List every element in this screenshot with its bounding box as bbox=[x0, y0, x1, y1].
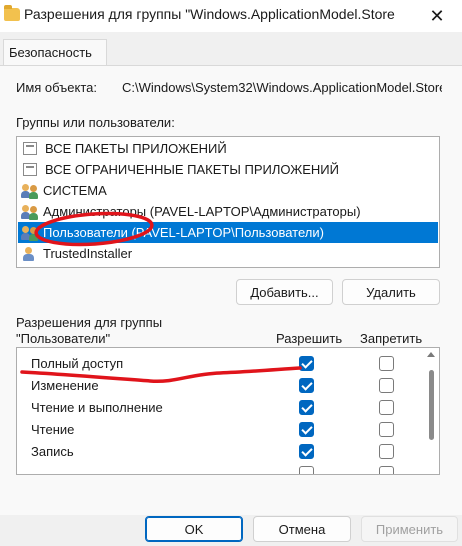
groups-label: Группы или пользователи: bbox=[16, 115, 175, 130]
package-icon bbox=[23, 142, 37, 155]
folder-icon bbox=[4, 5, 20, 21]
ok-button[interactable]: OK bbox=[145, 516, 243, 542]
package-icon bbox=[23, 163, 37, 176]
permissions-list: Полный доступ Изменение Чтение и выполне… bbox=[16, 347, 440, 475]
permissions-label-line1: Разрешения для группы bbox=[16, 315, 163, 330]
list-item-administrators[interactable]: Администраторы (PAVEL-LAPTOP\Администрат… bbox=[18, 201, 438, 222]
permissions-scrollbar[interactable] bbox=[424, 348, 439, 474]
deny-column-header: Запретить bbox=[360, 331, 423, 346]
remove-button[interactable]: Удалить bbox=[342, 279, 440, 305]
title-bar: Разрешения для группы "Windows.Applicati… bbox=[0, 0, 462, 32]
add-button[interactable]: Добавить... bbox=[236, 279, 333, 305]
permission-row-write: Запись bbox=[17, 441, 423, 463]
allow-checkbox[interactable] bbox=[299, 400, 314, 415]
allow-checkbox[interactable] bbox=[299, 422, 314, 437]
close-button[interactable]: ✕ bbox=[412, 0, 462, 32]
list-item-system[interactable]: СИСТЕМА bbox=[18, 180, 438, 201]
permission-row-partial bbox=[17, 463, 423, 474]
deny-checkbox[interactable] bbox=[379, 378, 394, 393]
list-item-label: TrustedInstaller bbox=[43, 246, 133, 261]
permission-row-read-execute: Чтение и выполнение bbox=[17, 397, 423, 419]
list-item-trustedinstaller[interactable]: TrustedInstaller bbox=[18, 243, 438, 264]
permission-label: Чтение и выполнение bbox=[31, 400, 163, 415]
users-icon bbox=[21, 225, 39, 241]
list-item-users[interactable]: Пользователи (PAVEL-LAPTOP\Пользователи) bbox=[18, 222, 438, 243]
window-title: Разрешения для группы "Windows.Applicati… bbox=[24, 6, 395, 22]
list-item-label: СИСТЕМА bbox=[43, 183, 107, 198]
allow-checkbox[interactable] bbox=[299, 444, 314, 459]
allow-checkbox[interactable] bbox=[299, 378, 314, 393]
permission-label: Изменение bbox=[31, 378, 99, 393]
deny-checkbox[interactable] bbox=[379, 422, 394, 437]
allow-checkbox[interactable] bbox=[299, 466, 314, 474]
list-item-label: Администраторы (PAVEL-LAPTOP\Администрат… bbox=[43, 204, 361, 219]
allow-column-header: Разрешить bbox=[276, 331, 343, 346]
allow-checkbox[interactable] bbox=[299, 356, 314, 371]
permission-row-full-control: Полный доступ bbox=[17, 353, 423, 375]
deny-checkbox[interactable] bbox=[379, 444, 394, 459]
permission-row-modify: Изменение bbox=[17, 375, 423, 397]
user-icon bbox=[21, 246, 39, 262]
permission-label: Запись bbox=[31, 444, 74, 459]
scrollbar-thumb[interactable] bbox=[429, 370, 434, 440]
tab-strip: Безопасность bbox=[0, 32, 462, 67]
deny-checkbox[interactable] bbox=[379, 400, 394, 415]
permission-row-read: Чтение bbox=[17, 419, 423, 441]
list-item-all-packages[interactable]: ВСЕ ПАКЕТЫ ПРИЛОЖЕНИЙ bbox=[18, 138, 438, 159]
list-item-all-restricted-packages[interactable]: ВСЕ ОГРАНИЧЕННЫЕ ПАКЕТЫ ПРИЛОЖЕНИЙ bbox=[18, 159, 438, 180]
list-item-label: ВСЕ ОГРАНИЧЕННЫЕ ПАКЕТЫ ПРИЛОЖЕНИЙ bbox=[45, 162, 339, 177]
list-item-label: ВСЕ ПАКЕТЫ ПРИЛОЖЕНИЙ bbox=[45, 141, 227, 156]
scroll-up-icon[interactable] bbox=[427, 352, 435, 357]
list-item-label: Пользователи (PAVEL-LAPTOP\Пользователи) bbox=[43, 225, 324, 240]
deny-checkbox[interactable] bbox=[379, 466, 394, 474]
tab-security[interactable]: Безопасность bbox=[3, 39, 107, 67]
object-name-label: Имя объекта: bbox=[16, 80, 98, 95]
users-icon bbox=[21, 183, 39, 199]
permissions-label-line2: "Пользователи" bbox=[16, 331, 111, 346]
apply-button[interactable]: Применить bbox=[361, 516, 458, 542]
users-icon bbox=[21, 204, 39, 220]
cancel-button[interactable]: Отмена bbox=[253, 516, 351, 542]
permission-label: Полный доступ bbox=[31, 356, 124, 371]
object-name-value: C:\Windows\System32\Windows.ApplicationM… bbox=[122, 80, 442, 95]
groups-list[interactable]: ВСЕ ПАКЕТЫ ПРИЛОЖЕНИЙ ВСЕ ОГРАНИЧЕННЫЕ П… bbox=[16, 136, 440, 268]
deny-checkbox[interactable] bbox=[379, 356, 394, 371]
permission-label: Чтение bbox=[31, 422, 75, 437]
